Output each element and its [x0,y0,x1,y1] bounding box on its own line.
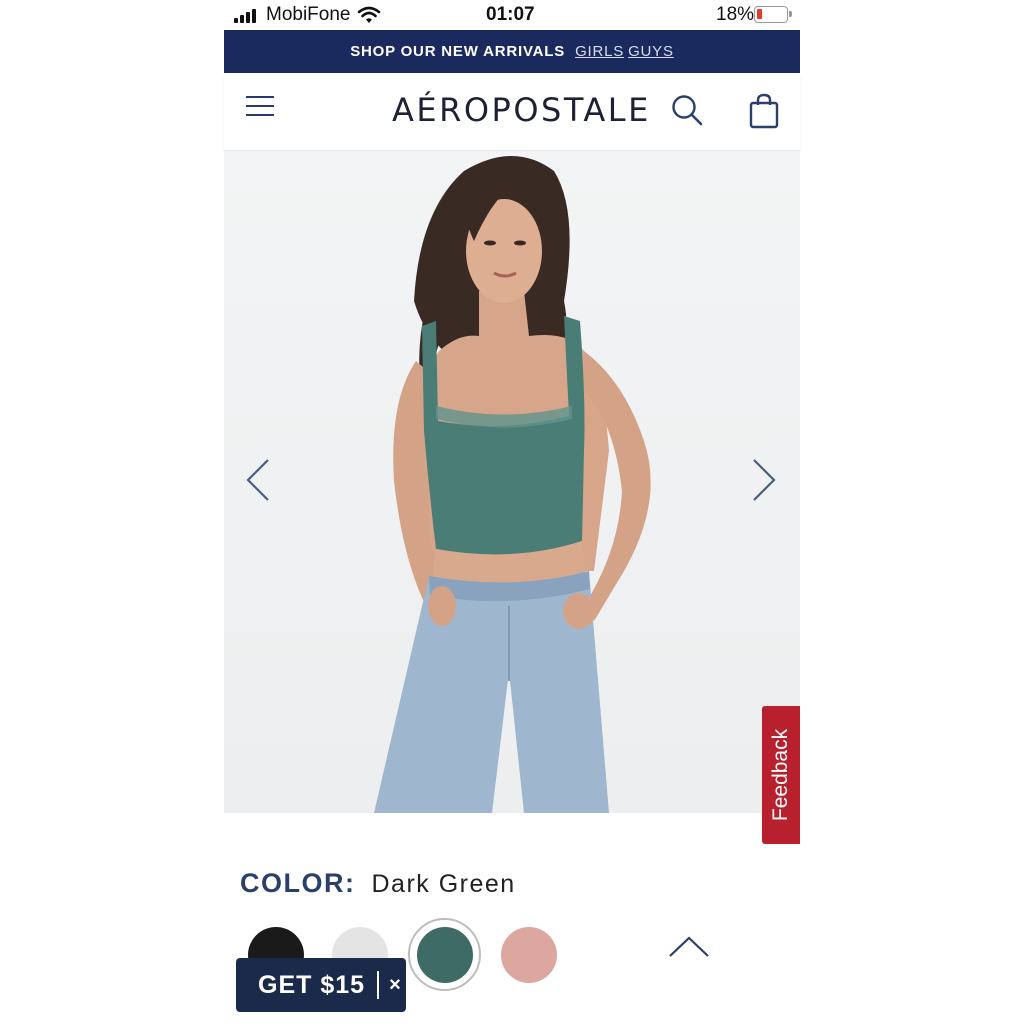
brand-logo[interactable]: AÉROPOSTALE [392,91,648,129]
site-header: AÉROPOSTALE [224,73,800,151]
status-bar: MobiFone 01:07 18% [0,0,1024,30]
promo-link-girls[interactable]: GIRLS [575,43,624,60]
close-icon[interactable]: × [389,974,401,997]
wifi-icon [357,6,381,23]
menu-icon[interactable] [246,96,274,120]
model-photo [374,156,651,813]
carrier-name: MobiFone [266,4,351,25]
chevron-left-icon[interactable] [244,456,274,504]
battery-percent: 18% [716,4,755,25]
color-label: COLOR: [240,868,356,898]
feedback-tab[interactable]: Feedback [762,706,800,844]
color-value: Dark Green [371,870,516,898]
battery-icon [754,6,792,23]
swatch-pink[interactable] [501,927,557,983]
color-selection-header: COLOR: Dark Green [240,868,516,899]
divider [377,971,380,999]
shopping-bag-icon[interactable] [748,93,780,129]
chevron-up-icon[interactable] [668,934,710,960]
get-15-label: GET $15 [258,970,366,999]
feedback-label: Feedback [769,728,793,822]
search-icon[interactable] [670,93,704,127]
signal-icon [234,8,256,23]
get-15-promo-button[interactable]: GET $15 × [236,958,406,1012]
promo-text: SHOP OUR NEW ARRIVALS [350,43,566,60]
chevron-right-icon[interactable] [748,456,778,504]
promo-banner: SHOP OUR NEW ARRIVALS GIRLS GUYS [224,30,800,73]
clock: 01:07 [486,4,535,25]
product-image[interactable] [224,151,800,813]
swatch-dark-green[interactable] [417,927,473,983]
promo-link-guys[interactable]: GUYS [628,43,674,60]
